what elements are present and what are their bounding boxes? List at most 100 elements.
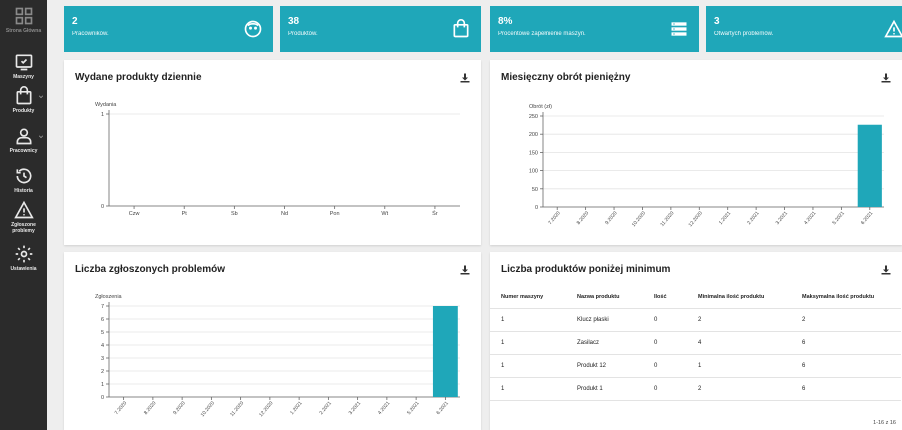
column-header[interactable]: Numer maszyny — [501, 294, 543, 300]
sidebar-item-label: Zgłoszone problemy — [11, 222, 36, 234]
table-row[interactable]: 1 Produkt 12 0 1 6 — [490, 355, 901, 378]
person-icon — [16, 128, 31, 145]
y-tick-label: 150 — [529, 150, 538, 156]
stat-label: Pracowników. — [72, 31, 109, 37]
x-tick-label: 12.2020 — [688, 210, 704, 228]
y-tick-label: 0 — [101, 395, 104, 401]
table-cell: 1 — [501, 340, 505, 346]
sidebar-item-label: Historia — [14, 188, 33, 194]
column-header[interactable]: Nazwa produktu — [577, 294, 619, 300]
x-tick-label: Śr — [432, 209, 438, 217]
stat-label: Procentowe zapełnienie maszyn. — [498, 31, 586, 37]
download-icon[interactable] — [459, 72, 471, 84]
y-tick-label: 200 — [529, 132, 538, 138]
x-tick-label: 10.2020 — [631, 210, 647, 228]
y-tick-label: 250 — [529, 114, 538, 120]
x-tick-label: 5.2021 — [831, 210, 846, 226]
bag-icon — [16, 86, 31, 105]
storage-icon — [671, 22, 687, 36]
sidebar-item-employees[interactable]: Pracownicy — [0, 126, 47, 154]
y-tick-label: 100 — [529, 169, 538, 175]
x-tick-label: Wt — [381, 211, 388, 217]
table-cell: 6 — [802, 340, 806, 346]
download-icon[interactable] — [880, 264, 892, 276]
sidebar-item-label: Strona Główna — [5, 28, 42, 34]
dashboard-icon — [15, 7, 32, 25]
download-icon[interactable] — [459, 264, 471, 276]
panel-products-below-minimum: Liczba produktów poniżej minimum Numer m… — [490, 252, 902, 430]
x-tick-label: 3.2021 — [348, 400, 363, 416]
y-tick-label: 0 — [101, 204, 104, 210]
y-tick-label: 50 — [532, 187, 538, 193]
table-row[interactable]: 1 Zasilacz 0 4 6 — [490, 332, 901, 355]
x-tick-label: Nd — [281, 211, 288, 217]
y-tick-label: 1 — [101, 382, 104, 388]
table-cell: 6 — [802, 386, 806, 392]
x-tick-label: Sb — [231, 211, 238, 217]
stat-label: Produktów. — [288, 31, 318, 37]
warning-icon — [13, 200, 34, 219]
column-header[interactable]: Ilość — [654, 294, 667, 300]
y-tick-label: 1 — [101, 112, 104, 118]
stat-value: 2 — [72, 16, 78, 27]
y-axis-label: Obrót (zł) — [529, 104, 552, 110]
sidebar-item-settings[interactable]: Ustawienia — [0, 244, 47, 272]
panel-monthly-turnover: Miesięczny obrót pieniężny Obrót (zł) 0 50… — [490, 60, 902, 245]
sidebar-item-machines[interactable]: Maszyny — [0, 52, 47, 80]
bar — [432, 306, 458, 397]
gear-icon — [15, 245, 32, 263]
panel-title: Liczba zgłoszonych problemów — [75, 264, 226, 275]
stat-card-employees[interactable]: 2 Pracowników. — [64, 6, 273, 52]
stat-value: 3 — [714, 16, 720, 27]
stat-value: 8% — [498, 16, 513, 27]
sidebar-item-label: Maszyny — [13, 74, 34, 80]
stat-card-open-problems[interactable]: 3 Otwartych problemów. — [706, 6, 902, 52]
stat-card-products[interactable]: 38 Produktów. — [280, 6, 481, 52]
x-tick-label: 1.2021 — [718, 210, 733, 226]
panel-title: Miesięczny obrót pieniężny — [501, 72, 631, 83]
sidebar-item-history[interactable]: Historia — [0, 166, 47, 194]
x-tick-label: 4.2021 — [803, 210, 818, 226]
x-tick-label: 8.2020 — [576, 210, 591, 226]
stat-value: 38 — [288, 16, 300, 27]
sidebar-item-problems[interactable]: Zgłoszone problemy — [0, 200, 47, 234]
x-tick-label: 6.2021 — [435, 400, 450, 416]
x-tick-label: 11.2020 — [659, 210, 675, 228]
column-header[interactable]: Minimalna ilość produktu — [698, 294, 764, 300]
sidebar-item-label: Produkty — [12, 108, 35, 114]
y-tick-label: 2 — [101, 369, 104, 375]
x-tick-label: Pon — [330, 211, 340, 217]
table-cell: 0 — [654, 317, 658, 323]
table-cell: 4 — [698, 340, 702, 346]
history-icon — [16, 168, 31, 184]
x-tick-label: 7.2020 — [114, 400, 129, 416]
x-tick-label: 6.2021 — [860, 210, 875, 226]
table-row[interactable]: 1 Produkt 1 0 2 6 — [490, 378, 901, 401]
column-header[interactable]: Maksymalna ilość produktu — [802, 294, 874, 300]
panel-title: Liczba produktów poniżej minimum — [501, 264, 671, 275]
x-tick-label: 2.2021 — [746, 210, 761, 226]
table-cell: 0 — [654, 363, 658, 369]
panel-daily-products: Wydane produkty dziennie Wydania 0 1 Czw Pt S… — [64, 60, 481, 245]
table-cell: Klucz płaski — [577, 317, 609, 323]
table-row[interactable]: 1 Klucz płaski 0 2 2 — [490, 309, 901, 332]
panel-reported-problems: Liczba zgłoszonych problemów Zgłoszenia 0… — [64, 252, 481, 430]
table-cell: Produkt 12 — [577, 363, 607, 369]
chart-problems: Zgłoszenia 0 1 2 3 4 5 6 7 7.2020 8.2020 9.2020 10.2… — [95, 294, 460, 418]
y-axis-label: Wydania — [95, 102, 117, 108]
download-icon[interactable] — [880, 72, 892, 84]
x-tick-label: 5.2021 — [406, 400, 421, 416]
sidebar-item-label: Ustawienia — [10, 266, 37, 272]
y-tick-label: 6 — [101, 317, 104, 323]
y-tick-label: 3 — [101, 356, 104, 362]
warning-icon — [884, 19, 902, 38]
sidebar-item-products[interactable]: Produkty — [0, 86, 47, 114]
table-cell: Zasilacz — [577, 340, 600, 346]
sidebar-item-home[interactable]: Strona Główna — [0, 6, 47, 34]
chevron-down-icon — [38, 95, 44, 99]
stat-card-machine-fill[interactable]: 8% Procentowe zapełnienie maszyn. — [490, 6, 699, 52]
x-tick-label: 9.2020 — [604, 210, 619, 226]
table-cell: 1 — [698, 363, 702, 369]
sidebar-item-label: Pracownicy — [9, 148, 38, 154]
chart-daily: Wydania 0 1 Czw Pt Sb Nd Pon Wt Śr — [95, 102, 460, 217]
